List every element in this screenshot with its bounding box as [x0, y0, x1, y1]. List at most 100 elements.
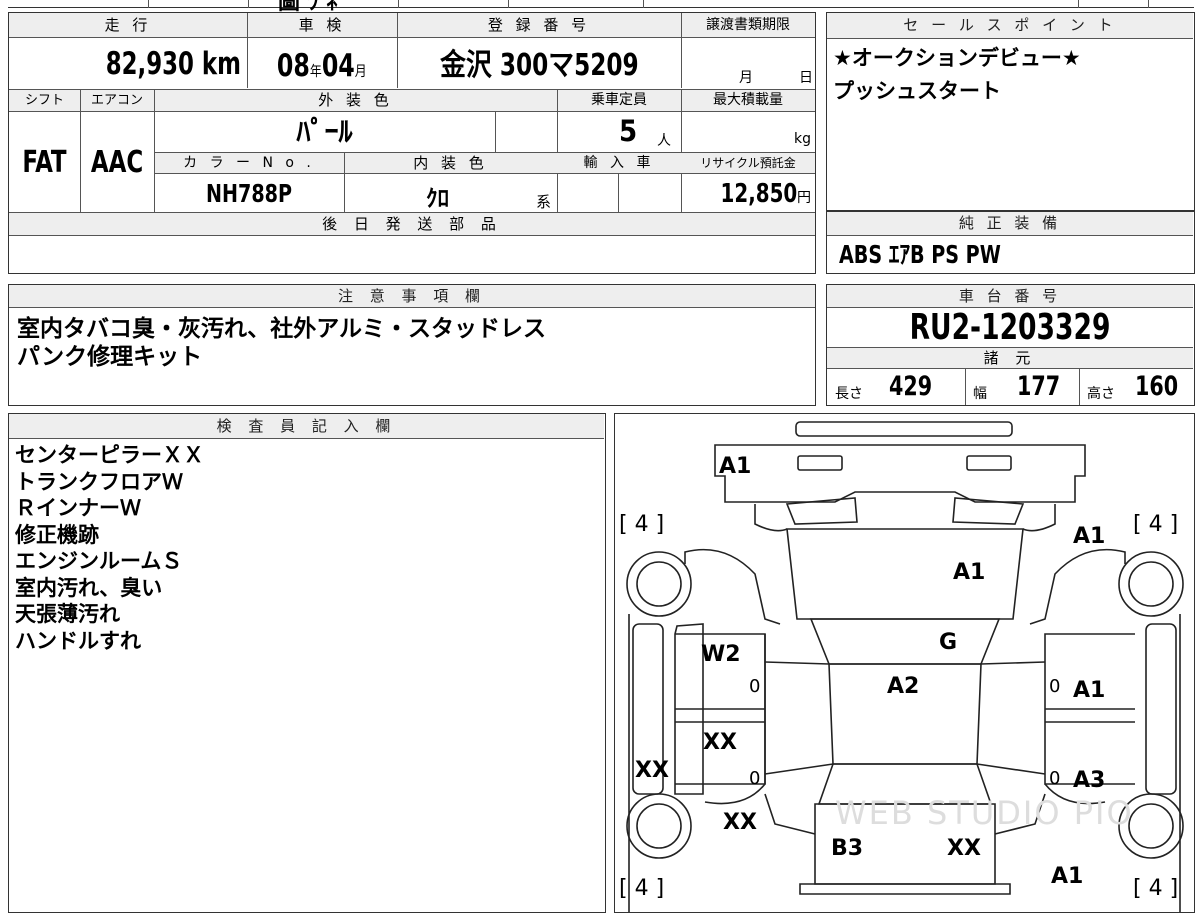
spec-height: 高さ 160 [1087, 371, 1191, 405]
exterior-color-header: 外 装 色 [318, 91, 393, 109]
registration-value: 金沢 300マ5209 [397, 39, 681, 89]
mark-right-front-door: A1 [1073, 678, 1106, 703]
interior-color-header: 内 装 色 [413, 154, 488, 172]
inspector-header: 検 査 員 記 入 欄 [9, 414, 604, 439]
inspection-value: 08年04月 [247, 39, 397, 89]
inspector-line-1: センターピラーＸＸ [15, 443, 204, 467]
inspector-line-8: ハンドルすれ [15, 628, 141, 653]
mark-left-front-door: W2 [701, 642, 741, 667]
transfer-deadline-value: 月 日 [681, 39, 815, 89]
inspector-line-4: 修正機跡 [15, 522, 99, 547]
inspection-header: 車 検 [298, 16, 346, 34]
damage-diagram: WEB STUDIO PIO [ 4 ] [ 4 ] [ 4 ] [ 4 ] A… [614, 413, 1195, 913]
capacity-value: 5 [619, 114, 638, 148]
capacity-header: 乗車定員 [591, 92, 647, 108]
color-no-header: カ ラ ー N o . [183, 155, 315, 171]
vehicle-info-block: 走 行 車 検 登 録 番 号 譲渡書類期限 82,930 km 08年04 月 … [8, 12, 816, 274]
mark-hood: A1 [953, 560, 986, 585]
mark-rear-left-panel: B3 [831, 836, 864, 861]
import-header: 輸 入 車 [583, 155, 655, 171]
inspector-line-6: 室内汚れ、臭い [15, 575, 163, 600]
inspector-line-5: エンジンルームＳ [15, 549, 183, 573]
max-load-header: 最大積載量 [713, 92, 783, 108]
spec-length: 長さ 429 [835, 371, 963, 405]
watermark: WEB STUDIO PIO [835, 794, 1134, 832]
inspector-line-2: トランクフロアＷ [15, 469, 183, 494]
caution-line-2: パンク修理キット [17, 344, 203, 370]
registration-header: 登 録 番 号 [487, 16, 591, 34]
inspector-line-3: ＲインナーＷ [15, 496, 141, 520]
mark-rear-right-panel: XX [947, 836, 981, 861]
recycle-header: リサイクル預託金 [700, 156, 796, 170]
shift-value: FAT [22, 145, 67, 180]
equipment-box: 純 正 装 備 ABS ｴｱB PS PW [826, 211, 1195, 274]
specs-header: 諸 元 [983, 349, 1037, 367]
chassis-number: RU2-1203329 [909, 307, 1111, 348]
mileage-number: 82,930 [105, 46, 195, 82]
capacity-unit: 人 [657, 133, 671, 149]
aircon-value: AAC [90, 145, 144, 180]
chassis-box: 車 台 番 号 RU2-1203329 諸 元 長さ 429 幅 177 高さ … [826, 284, 1195, 406]
inspection-year: 08 [277, 48, 311, 84]
transfer-deadline-header: 譲渡書類期限 [706, 17, 790, 33]
spec-length-label: 長さ [835, 386, 863, 402]
tire-rear-left: [ 4 ] [619, 876, 665, 901]
later-parts-header: 後 日 発 送 部 品 [322, 215, 502, 233]
interior-color-suffix: 系 [536, 193, 552, 211]
spec-height-label: 高さ [1087, 386, 1115, 402]
mileage-unit: km [201, 46, 241, 82]
mark-windshield: G [939, 630, 958, 655]
chassis-header: 車 台 番 号 [827, 285, 1193, 308]
transfer-month-unit: 月 [739, 70, 753, 86]
sales-point-line-2: プッシュスタート [833, 79, 1001, 103]
mark-roof: A2 [887, 674, 920, 699]
mark-right-front-door-zero: 0 [1049, 676, 1061, 697]
transfer-day-unit: 日 [799, 70, 813, 86]
inspection-month: 04 [322, 48, 355, 84]
mark-left-rear-door-zero: 0 [749, 768, 761, 789]
inspector-line-7: 天張薄汚れ [15, 602, 120, 626]
spec-width-value: 177 [1017, 371, 1061, 402]
tire-front-left: [ 4 ] [619, 512, 665, 537]
caution-header: 注 意 事 項 欄 [9, 285, 815, 308]
exterior-color-value: ﾊﾟｰﾙ [296, 115, 353, 148]
sales-point-line-1: ★オークションデビュー★ [833, 46, 1081, 70]
mark-right-rear-door: A3 [1073, 768, 1106, 793]
registration-number: 金沢 300マ5209 [439, 48, 639, 83]
spec-height-value: 160 [1135, 371, 1179, 402]
mark-left-front-door-zero: 0 [749, 676, 761, 697]
color-no-value: NH788P [206, 179, 292, 208]
mark-left-rear-fender: XX [723, 810, 757, 835]
spec-width-label: 幅 [973, 386, 987, 402]
mark-right-rear-fender: A1 [1051, 864, 1084, 889]
top-strip: 圖 ﾗ ﾈ [8, 0, 1194, 15]
sales-points-header: セ ー ル ス ポ イ ン ト [827, 13, 1193, 39]
spec-length-value: 429 [889, 371, 933, 402]
capacity-value-cell: 5 人 [557, 112, 681, 152]
inspection-month-unit: 月 [354, 64, 367, 80]
interior-color-cell: ｸﾛ 系 [344, 175, 557, 213]
recycle-value-cell: 12,850円 [681, 175, 815, 213]
aircon-header: エアコン [90, 93, 143, 108]
shift-header: シフト [24, 93, 64, 108]
mileage-header: 走 行 [104, 16, 152, 34]
inspector-box: 検 査 員 記 入 欄 センターピラーＸＸ トランクフロアＷ ＲインナーＷ 修正… [8, 413, 606, 913]
caution-box: 注 意 事 項 欄 室内タバコ臭・灰汚れ、社外アルミ・スタッドレス パンク修理キ… [8, 284, 816, 406]
tire-front-right: [ 4 ] [1133, 512, 1179, 537]
interior-color-value: ｸﾛ [426, 186, 449, 212]
inspection-year-unit: 年 [310, 64, 322, 80]
spec-width: 幅 177 [973, 371, 1077, 405]
equipment-value: ABS ｴｱB PS PW [839, 240, 1001, 269]
caution-line-1: 室内タバコ臭・灰汚れ、社外アルミ・スタッドレス [17, 316, 546, 342]
mark-front-bumper: A1 [719, 454, 752, 479]
mark-left-rear-door: XX [703, 730, 737, 755]
mark-right-rear-door-zero: 0 [1049, 768, 1061, 789]
max-load-unit: kg [794, 131, 811, 147]
mark-right-front-fender: A1 [1073, 524, 1106, 549]
recycle-value: 12,850 [720, 179, 797, 209]
equipment-header: 純 正 装 備 [827, 212, 1193, 236]
sales-points-box: セ ー ル ス ポ イ ン ト ★オークションデビュー★ プッシュスタート [826, 12, 1195, 211]
recycle-unit: 円 [797, 190, 811, 206]
tire-rear-right: [ 4 ] [1133, 876, 1179, 901]
mark-left-side-sill: XX [635, 758, 669, 783]
